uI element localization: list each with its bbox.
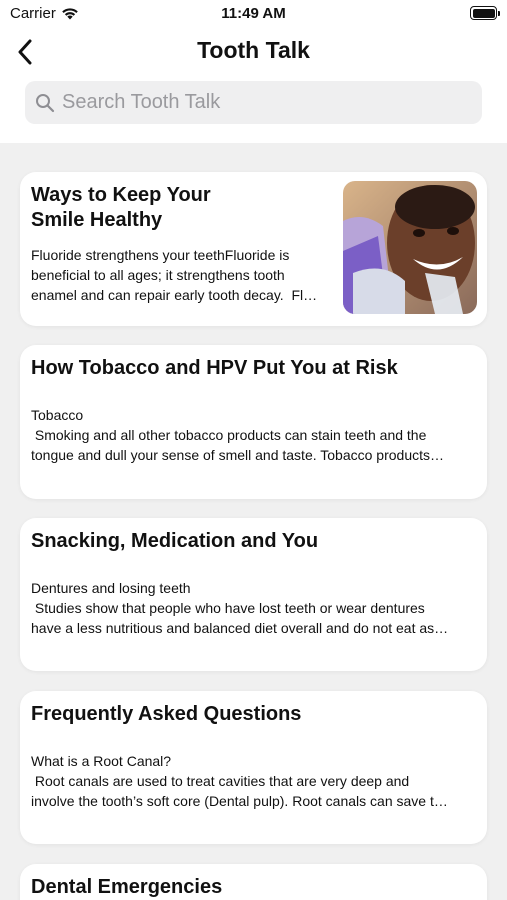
article-list[interactable]: Ways to Keep Your Smile Healthy Fluoride… xyxy=(0,143,507,900)
article-excerpt-line: Root canals are used to treat cavities t… xyxy=(31,773,410,789)
search-icon xyxy=(35,93,55,113)
article-card[interactable]: Dental Emergencies xyxy=(20,864,487,900)
article-title: Snacking, Medication and You xyxy=(31,530,319,552)
navigation-bar: Tooth Talk xyxy=(0,28,507,76)
article-card[interactable]: Frequently Asked Questions What is a Roo… xyxy=(20,691,487,844)
article-excerpt: Dentures and losing teeth Studies show t… xyxy=(31,578,478,638)
search-input[interactable] xyxy=(62,91,462,114)
search-bar[interactable] xyxy=(25,81,482,124)
article-title: Dental Emergencies xyxy=(31,876,223,898)
article-title: How Tobacco and HPV Put You at Risk xyxy=(31,357,398,379)
article-card[interactable]: Snacking, Medication and You Dentures an… xyxy=(20,518,487,671)
article-excerpt-line: Tobacco xyxy=(31,407,84,423)
article-title-line: Ways to Keep Your xyxy=(31,184,211,206)
article-excerpt: Fluoride strengthens your teethFluoride … xyxy=(31,245,336,305)
article-title: Frequently Asked Questions xyxy=(31,703,302,725)
article-excerpt-line: beneficial to all ages; it strengthens t… xyxy=(31,267,285,283)
article-excerpt-line: What is a Root Canal? xyxy=(31,753,172,769)
article-excerpt-line: involve the tooth’s soft core (Dental pu… xyxy=(31,793,448,809)
smiling-child-at-dentist-image xyxy=(343,181,477,314)
article-title: Ways to Keep Your Smile Healthy xyxy=(31,183,211,233)
article-excerpt-line: tongue and dull your sense of smell and … xyxy=(31,447,444,463)
article-excerpt-line: Studies show that people who have lost t… xyxy=(31,600,425,616)
article-excerpt-line: Smoking and all other tobacco products c… xyxy=(31,427,427,443)
article-card[interactable]: How Tobacco and HPV Put You at Risk Toba… xyxy=(20,345,487,499)
article-excerpt-line: Dentures and losing teeth xyxy=(31,580,191,596)
article-excerpt: Tobacco Smoking and all other tobacco pr… xyxy=(31,405,478,465)
status-bar: Carrier 11:49 AM xyxy=(0,0,507,28)
article-title-line: Smile Healthy xyxy=(31,209,163,231)
battery-icon xyxy=(470,6,500,20)
status-time: 11:49 AM xyxy=(221,5,286,22)
article-card[interactable]: Ways to Keep Your Smile Healthy Fluoride… xyxy=(20,172,487,326)
article-excerpt-line: enamel and can repair early tooth decay.… xyxy=(31,287,318,303)
article-excerpt-line: have a less nutritious and balanced diet… xyxy=(31,620,449,636)
article-excerpt: What is a Root Canal? Root canals are us… xyxy=(31,751,478,811)
article-excerpt-line: Fluoride strengthens your teethFluoride … xyxy=(31,247,290,263)
page-title: Tooth Talk xyxy=(197,37,310,63)
header-area: Carrier 11:49 AM Tooth Talk xyxy=(0,0,507,143)
